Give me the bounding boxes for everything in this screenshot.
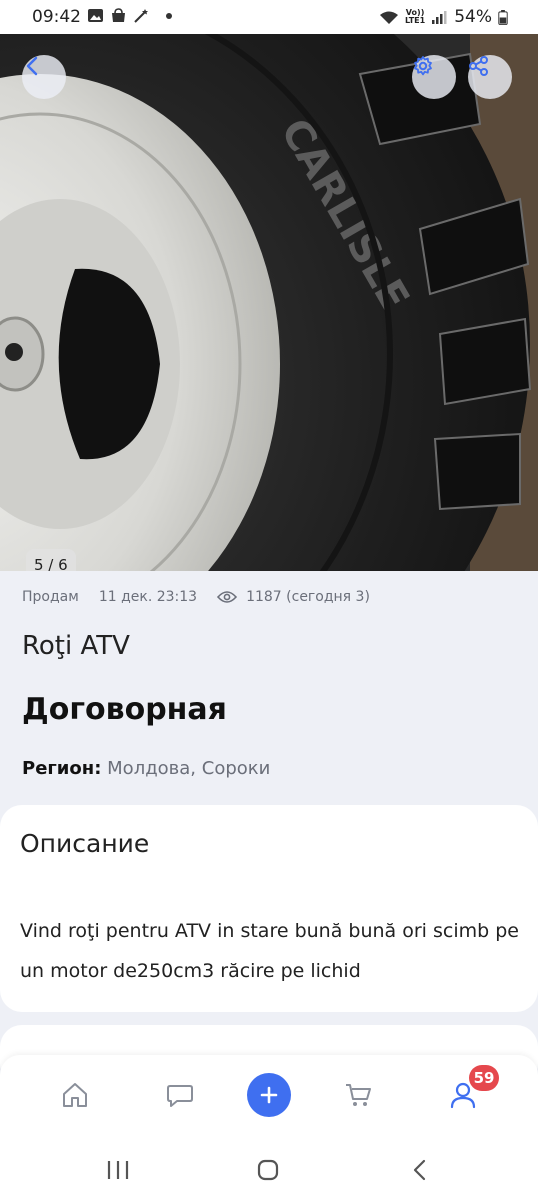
settings-button[interactable] — [412, 55, 456, 99]
bottom-nav — [0, 1055, 538, 1140]
status-time: 09:42 — [32, 7, 81, 27]
notification-dot-icon — [166, 12, 172, 19]
nav-chat[interactable] — [158, 1073, 202, 1117]
home-system-button[interactable] — [248, 1152, 288, 1188]
home-circle-icon — [257, 1159, 279, 1181]
back-system-button[interactable] — [400, 1152, 440, 1188]
wifi-icon — [379, 11, 398, 24]
home-icon — [63, 1083, 87, 1107]
nav-home[interactable] — [53, 1073, 97, 1117]
description-heading: Описание — [20, 829, 150, 858]
nav-cart[interactable] — [336, 1073, 380, 1117]
share-icon — [469, 56, 488, 76]
listing-price: Договорная — [22, 692, 227, 727]
lte-indicator: Vo)) LTE1 — [404, 8, 426, 25]
signal-icon — [432, 10, 447, 24]
listing-date: 11 дек. 23:13 — [98, 589, 198, 605]
region-label: Регион: — [22, 758, 102, 779]
back-chevron-icon — [413, 1159, 426, 1181]
eye-icon — [217, 591, 238, 603]
gallery-icon — [88, 9, 103, 22]
photo-counter: 5 / 6 — [26, 549, 76, 571]
gear-icon — [414, 56, 432, 76]
listing-meta: Продам 11 дек. 23:13 1187 (сегодня 3) — [22, 589, 370, 605]
system-nav-bar — [0, 1140, 538, 1200]
status-bar: 09:42 Vo)) LTE1 54% — [0, 0, 538, 34]
tire-image: CARLISLE — [0, 34, 538, 571]
profile-badge: 59 — [469, 1065, 499, 1091]
cart-icon — [346, 1084, 371, 1106]
listing-title: Roţi ATV — [22, 631, 130, 661]
plus-icon — [260, 1086, 278, 1104]
back-button[interactable] — [22, 55, 66, 99]
chat-icon — [167, 1085, 193, 1107]
description-card: Описание Vind roţi pentru ATV in stare b… — [0, 805, 538, 1012]
recent-apps-icon — [107, 1161, 129, 1179]
battery-icon — [498, 9, 508, 25]
listing-photo[interactable]: CARLISLE 5 / 6 — [0, 34, 538, 571]
share-button[interactable] — [468, 55, 512, 99]
battery-percent: 54% — [454, 7, 492, 27]
view-count: 1187 (сегодня 3) — [246, 589, 370, 605]
description-text: Vind roţi pentru ATV in stare bună bună … — [20, 920, 519, 982]
recent-apps-button[interactable] — [98, 1152, 138, 1188]
listing-region: Регион: Молдова, Сороки — [22, 758, 270, 779]
region-value: Молдова, Сороки — [107, 758, 271, 779]
listing-type: Продам — [22, 589, 79, 605]
add-listing-button[interactable] — [247, 1073, 291, 1117]
back-arrow-icon — [26, 56, 38, 76]
magic-wand-icon — [134, 9, 148, 23]
shopping-bag-icon — [112, 8, 125, 22]
